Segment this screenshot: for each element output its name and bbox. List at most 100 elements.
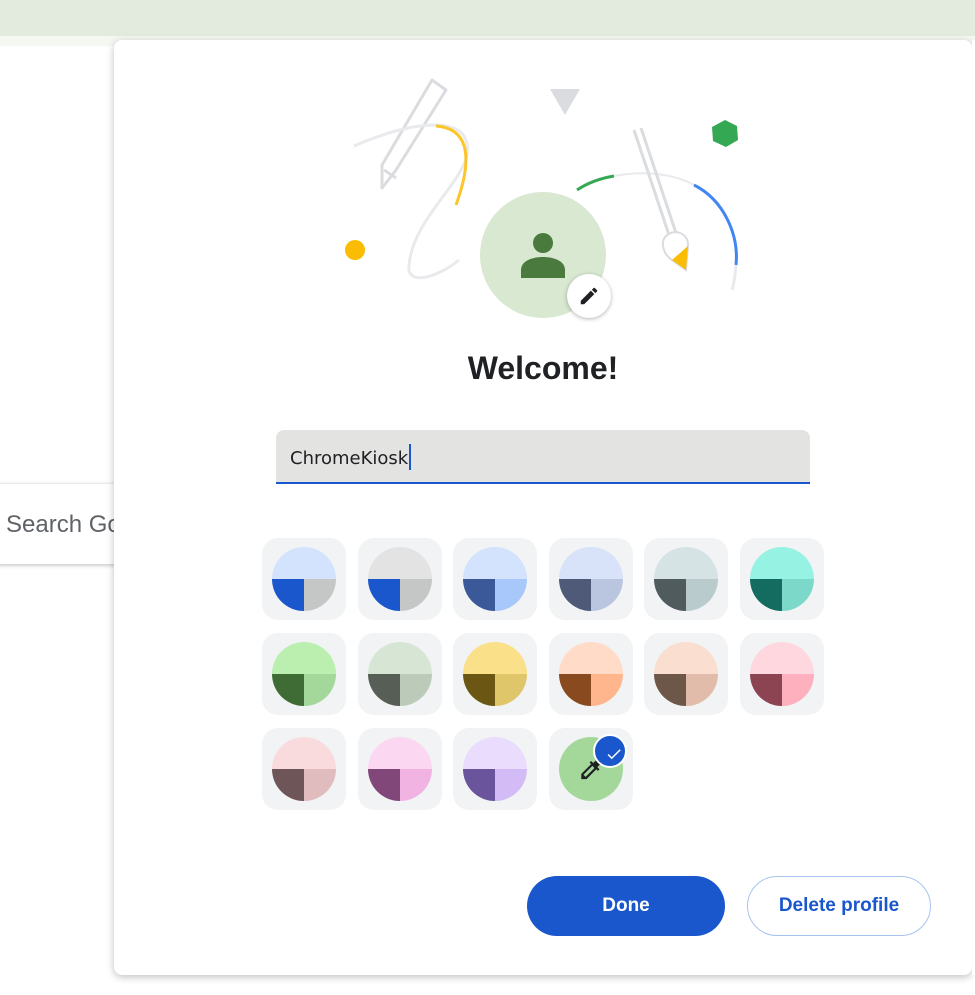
theme-swatch-4[interactable] (548, 538, 633, 620)
theme-bottom-right (781, 579, 814, 611)
theme-swatch-8[interactable] (357, 633, 442, 715)
theme-color-circle (558, 547, 623, 611)
profile-name-field[interactable] (276, 430, 810, 484)
green-curve (576, 174, 615, 192)
theme-bottom-right (304, 674, 336, 706)
done-button[interactable]: Done (527, 876, 725, 936)
theme-top-half (558, 642, 623, 674)
blue-curve (693, 183, 738, 266)
theme-color-circle (367, 642, 432, 706)
theme-swatch-5[interactable] (644, 538, 728, 620)
green-hexagon (712, 120, 738, 147)
theme-top-half (749, 547, 814, 579)
theme-top-half (463, 547, 527, 579)
theme-swatch-15[interactable] (453, 728, 537, 810)
grey-triangle (550, 89, 580, 115)
theme-bottom-right (781, 674, 814, 706)
theme-bottom-right (686, 674, 718, 706)
theme-top-half (272, 737, 336, 769)
theme-color-circle (463, 642, 527, 706)
theme-top-half (463, 737, 527, 769)
theme-top-half (367, 547, 432, 579)
theme-swatch-2[interactable] (357, 538, 442, 620)
theme-swatch-10[interactable] (548, 633, 633, 715)
theme-swatch-9[interactable] (453, 633, 537, 715)
theme-bottom-right (590, 674, 623, 706)
theme-bottom-left (463, 579, 495, 611)
theme-bottom-left (272, 674, 304, 706)
paintbrush-illustration (632, 127, 678, 236)
theme-top-half (367, 737, 432, 769)
theme-color-circle (272, 737, 336, 801)
theme-top-half (654, 642, 718, 674)
browser-top-bar (0, 0, 975, 36)
yellow-dot (345, 240, 365, 260)
theme-bottom-left (463, 674, 495, 706)
theme-top-half (558, 547, 623, 579)
theme-bottom-left (749, 674, 782, 706)
theme-swatch-6[interactable] (739, 538, 824, 620)
theme-bottom-left (749, 579, 782, 611)
theme-color-circle (463, 547, 527, 611)
check-icon (607, 749, 621, 760)
welcome-title: Welcome! (467, 350, 619, 386)
theme-bottom-right (304, 769, 336, 801)
theme-swatch-1[interactable] (262, 538, 346, 620)
theme-swatch-3[interactable] (453, 538, 537, 620)
theme-swatch-14[interactable] (357, 728, 442, 810)
theme-bottom-left (272, 579, 304, 611)
theme-top-half (272, 642, 336, 674)
profile-customization-dialog: Welcome! Done Delete profile (114, 40, 972, 975)
theme-top-half (463, 642, 527, 674)
theme-color-circle (272, 642, 336, 706)
theme-top-half (367, 642, 432, 674)
theme-bottom-left (272, 769, 304, 801)
theme-color-circle (367, 547, 432, 611)
text-caret (409, 444, 411, 470)
theme-bottom-right (686, 579, 718, 611)
pencil-illustration (380, 78, 448, 190)
theme-bottom-left (463, 769, 495, 801)
selected-check-badge (592, 734, 627, 768)
theme-bottom-right (495, 769, 527, 801)
person-icon (521, 233, 565, 278)
yellow-curve (435, 124, 468, 206)
delete-profile-button[interactable]: Delete profile (747, 876, 931, 936)
theme-bottom-right (495, 579, 527, 611)
pencil-icon (580, 287, 598, 305)
theme-bottom-right (304, 579, 336, 611)
background-search-text: Search Go (6, 511, 121, 538)
theme-bottom-left (367, 769, 400, 801)
theme-swatch-11[interactable] (644, 633, 728, 715)
theme-bottom-left (654, 579, 686, 611)
theme-bottom-right (495, 674, 527, 706)
theme-color-circle (654, 642, 718, 706)
theme-color-circle (654, 547, 718, 611)
theme-swatch-12[interactable] (739, 633, 824, 715)
theme-top-half (654, 547, 718, 579)
theme-swatch-13[interactable] (262, 728, 346, 810)
theme-top-half (272, 547, 336, 579)
theme-bottom-right (399, 674, 432, 706)
theme-top-half (749, 642, 814, 674)
theme-bottom-right (399, 769, 432, 801)
theme-swatch-16[interactable] (548, 728, 633, 810)
theme-bottom-right (590, 579, 623, 611)
theme-bottom-left (558, 674, 591, 706)
thin-grey-curve (613, 172, 695, 186)
theme-color-circle (463, 737, 527, 801)
theme-bottom-right (399, 579, 432, 611)
theme-color-circle (558, 642, 623, 706)
profile-name-input[interactable] (290, 446, 790, 470)
theme-color-circle (749, 547, 814, 611)
theme-bottom-left (367, 674, 400, 706)
grey-tail (730, 264, 738, 291)
theme-bottom-left (558, 579, 591, 611)
theme-swatch-7[interactable] (262, 633, 346, 715)
theme-bottom-left (367, 579, 400, 611)
theme-color-circle (367, 737, 432, 801)
theme-bottom-left (654, 674, 686, 706)
theme-color-circle (749, 642, 814, 706)
theme-color-circle (272, 547, 336, 611)
edit-avatar-button[interactable] (567, 274, 611, 318)
